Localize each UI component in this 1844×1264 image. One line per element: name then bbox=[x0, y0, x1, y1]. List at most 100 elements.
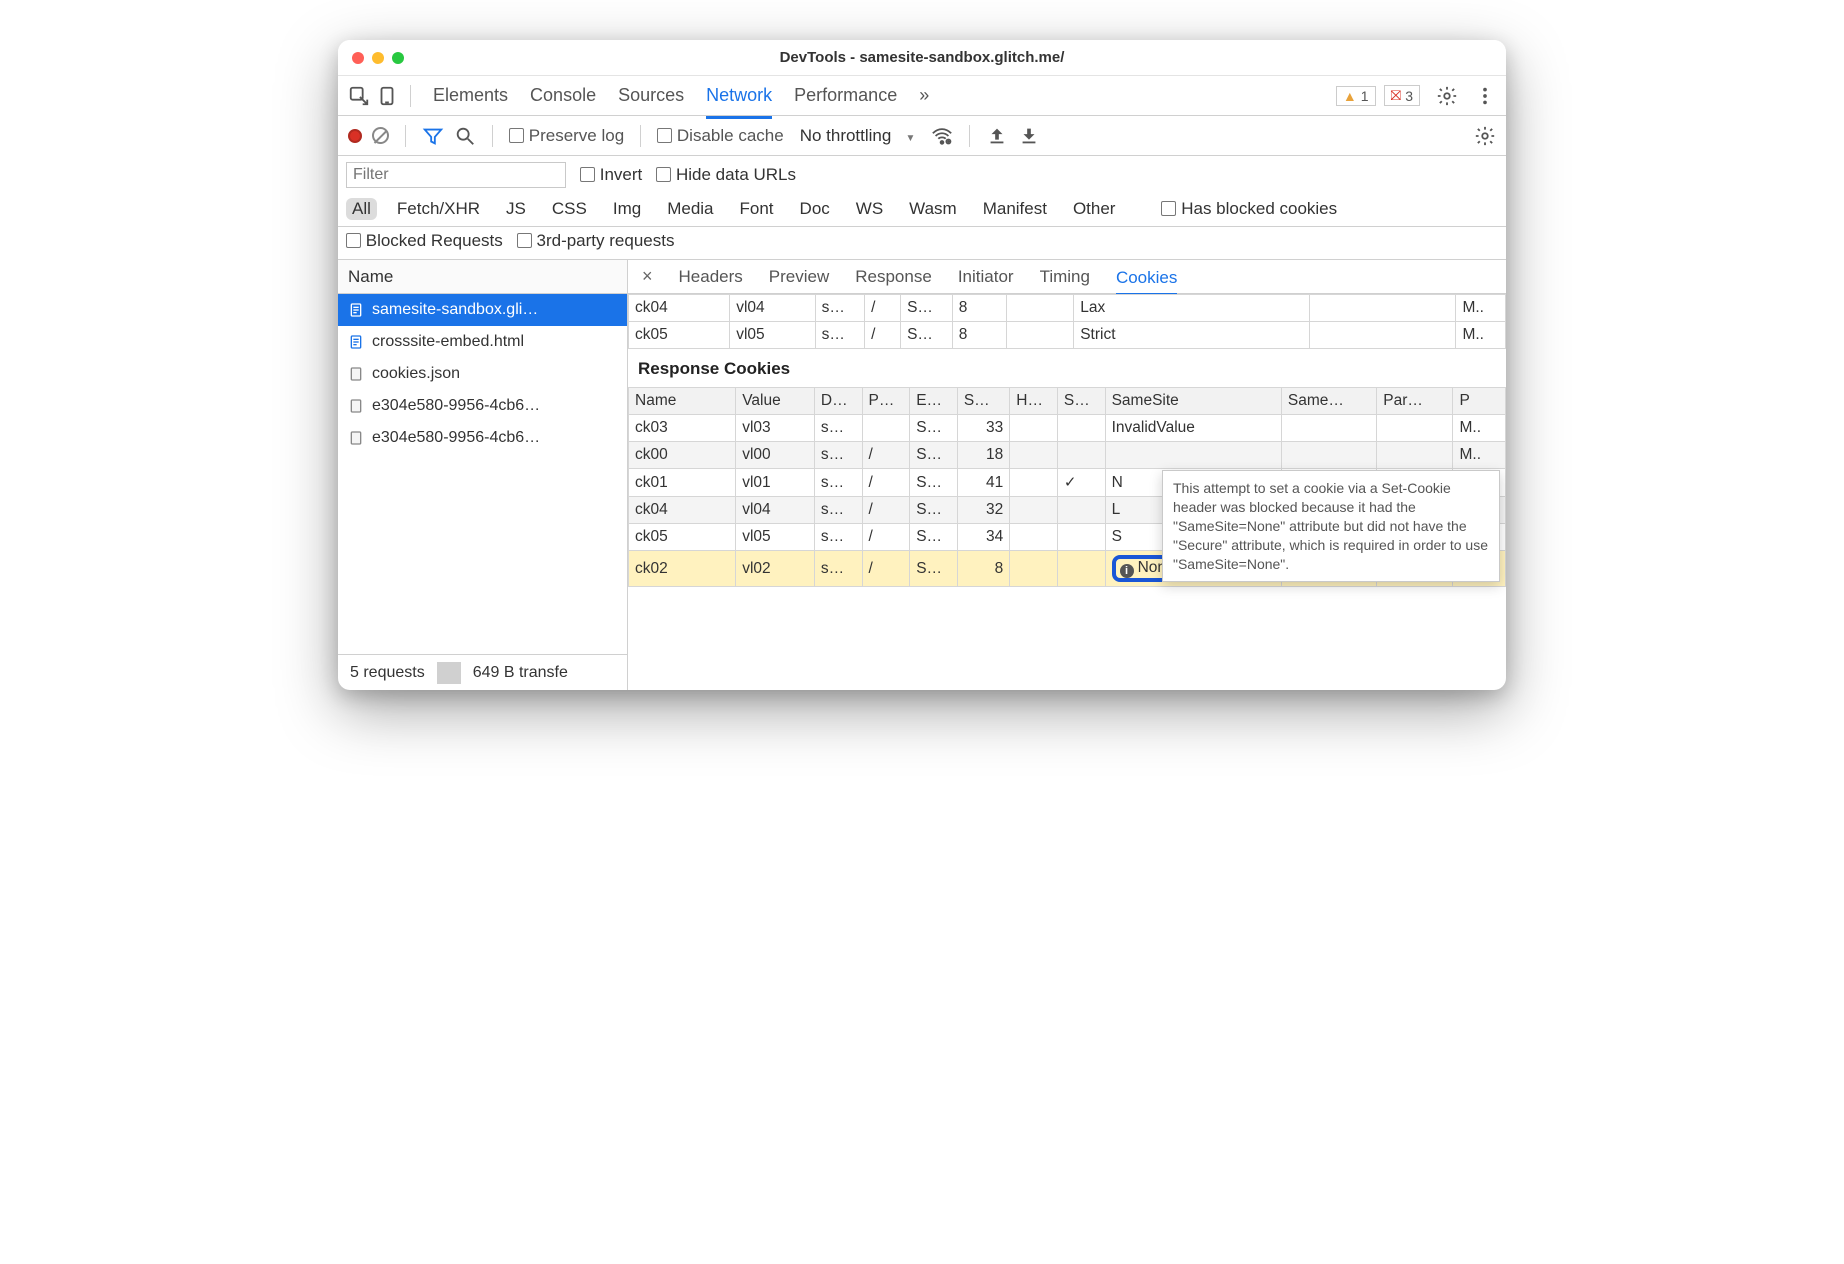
tab-sources[interactable]: Sources bbox=[618, 79, 684, 112]
cookie-blocked-tooltip: This attempt to set a cookie via a Set-C… bbox=[1162, 470, 1500, 582]
disable-cache-checkbox[interactable]: Disable cache bbox=[657, 126, 784, 146]
secure-check-icon: ✓ bbox=[1064, 474, 1077, 491]
table-row[interactable]: ck04vl04s…/S…8LaxM.. bbox=[629, 295, 1506, 322]
detail-tab-cookies[interactable]: Cookies bbox=[1116, 263, 1177, 296]
upload-icon[interactable] bbox=[986, 125, 1008, 147]
table-row[interactable]: ck05vl05s…/S…8StrictM.. bbox=[629, 322, 1506, 349]
column-header[interactable]: D… bbox=[814, 388, 862, 415]
column-header[interactable]: S… bbox=[957, 388, 1009, 415]
search-icon[interactable] bbox=[454, 125, 476, 147]
tab-elements[interactable]: Elements bbox=[433, 79, 508, 112]
response-cookies-title: Response Cookies bbox=[628, 349, 1506, 387]
request-name: samesite-sandbox.gli… bbox=[372, 301, 538, 319]
column-header[interactable]: P… bbox=[862, 388, 910, 415]
request-name: crosssite-embed.html bbox=[372, 333, 524, 351]
request-item[interactable]: cookies.json bbox=[338, 358, 627, 390]
table-row[interactable]: ck03vl03s…S…33InvalidValueM.. bbox=[629, 415, 1506, 442]
request-item[interactable]: e304e580-9956-4cb6… bbox=[338, 390, 627, 422]
main-tabs: Elements Console Sources Network Perform… bbox=[433, 79, 929, 112]
type-chip-doc[interactable]: Doc bbox=[794, 198, 836, 220]
tab-console[interactable]: Console bbox=[530, 79, 596, 112]
column-header[interactable]: Value bbox=[736, 388, 815, 415]
column-header[interactable]: S… bbox=[1057, 388, 1105, 415]
settings-gear-icon[interactable] bbox=[1436, 85, 1458, 107]
detail-tab-response[interactable]: Response bbox=[855, 262, 932, 292]
inspect-icon[interactable] bbox=[348, 85, 370, 107]
tab-performance[interactable]: Performance bbox=[794, 79, 897, 112]
detail-tab-initiator[interactable]: Initiator bbox=[958, 262, 1014, 292]
throttling-select[interactable]: No throttling ▼ bbox=[794, 126, 922, 146]
network-conditions-icon[interactable] bbox=[931, 125, 953, 147]
type-chip-js[interactable]: JS bbox=[500, 198, 532, 220]
error-count: 3 bbox=[1405, 88, 1413, 104]
column-header[interactable]: Par… bbox=[1377, 388, 1453, 415]
warning-icon: ▲ bbox=[1343, 88, 1357, 104]
request-item[interactable]: e304e580-9956-4cb6… bbox=[338, 422, 627, 454]
errors-badge[interactable]: ⛝3 bbox=[1384, 85, 1420, 106]
detail-tab-preview[interactable]: Preview bbox=[769, 262, 829, 292]
column-header[interactable]: E… bbox=[910, 388, 958, 415]
download-icon[interactable] bbox=[1018, 125, 1040, 147]
type-chip-css[interactable]: CSS bbox=[546, 198, 593, 220]
type-chip-media[interactable]: Media bbox=[661, 198, 719, 220]
device-toggle-icon[interactable] bbox=[376, 85, 398, 107]
type-chip-other[interactable]: Other bbox=[1067, 198, 1122, 220]
filter-toggle-icon[interactable] bbox=[422, 125, 444, 147]
file-icon bbox=[348, 430, 364, 446]
request-cookies-table: ck04vl04s…/S…8LaxM..ck05vl05s…/S…8Strict… bbox=[628, 294, 1506, 349]
detail-tab-headers[interactable]: Headers bbox=[679, 262, 743, 292]
type-chip-img[interactable]: Img bbox=[607, 198, 647, 220]
preserve-log-checkbox[interactable]: Preserve log bbox=[509, 126, 624, 146]
chevron-down-icon: ▼ bbox=[906, 133, 916, 144]
panel-settings-gear-icon[interactable] bbox=[1474, 125, 1496, 147]
kebab-menu-icon[interactable] bbox=[1474, 85, 1496, 107]
blocked-requests-checkbox[interactable]: Blocked Requests bbox=[346, 231, 503, 251]
title-bar: DevTools - samesite-sandbox.glitch.me/ bbox=[338, 40, 1506, 76]
invert-checkbox[interactable]: Invert bbox=[580, 165, 642, 185]
separator bbox=[492, 125, 493, 147]
record-toggle[interactable] bbox=[348, 129, 362, 143]
detail-tab-timing[interactable]: Timing bbox=[1040, 262, 1090, 292]
column-header[interactable]: SameSite bbox=[1105, 388, 1281, 415]
tabs-overflow-button[interactable]: » bbox=[919, 79, 929, 112]
column-header[interactable]: Name bbox=[629, 388, 736, 415]
warnings-badge[interactable]: ▲1 bbox=[1336, 86, 1376, 106]
detail-panel: × Headers Preview Response Initiator Tim… bbox=[628, 260, 1506, 690]
devtools-window: DevTools - samesite-sandbox.glitch.me/ E… bbox=[338, 40, 1506, 690]
window-title: DevTools - samesite-sandbox.glitch.me/ bbox=[338, 49, 1506, 66]
request-panel: Name samesite-sandbox.gli… crosssite-emb… bbox=[338, 260, 628, 690]
filter-input[interactable] bbox=[346, 162, 566, 188]
type-chip-fetch[interactable]: Fetch/XHR bbox=[391, 198, 486, 220]
network-toolbar: Preserve log Disable cache No throttling… bbox=[338, 116, 1506, 156]
blocked-row: Blocked Requests 3rd-party requests bbox=[338, 227, 1506, 260]
close-detail-button[interactable]: × bbox=[642, 266, 653, 287]
file-icon bbox=[348, 366, 364, 382]
hide-data-urls-checkbox[interactable]: Hide data URLs bbox=[656, 165, 796, 185]
separator bbox=[405, 125, 406, 147]
type-chip-all[interactable]: All bbox=[346, 198, 377, 220]
request-list-header[interactable]: Name bbox=[338, 260, 627, 294]
request-item[interactable]: samesite-sandbox.gli… bbox=[338, 294, 627, 326]
type-chip-wasm[interactable]: Wasm bbox=[903, 198, 963, 220]
main-tab-row: Elements Console Sources Network Perform… bbox=[338, 76, 1506, 116]
has-blocked-cookies-checkbox[interactable]: Has blocked cookies bbox=[1161, 199, 1337, 219]
third-party-checkbox[interactable]: 3rd-party requests bbox=[517, 231, 675, 251]
requests-count: 5 requests bbox=[338, 664, 437, 682]
type-chip-ws[interactable]: WS bbox=[850, 198, 889, 220]
table-row[interactable]: ck00vl00s…/S…18M.. bbox=[629, 442, 1506, 469]
column-header[interactable]: P bbox=[1453, 388, 1506, 415]
file-icon bbox=[348, 334, 364, 350]
request-item[interactable]: crosssite-embed.html bbox=[338, 326, 627, 358]
separator bbox=[640, 125, 641, 147]
clear-button[interactable] bbox=[372, 127, 389, 144]
transfer-size: 649 B transfe bbox=[461, 664, 580, 682]
type-chip-manifest[interactable]: Manifest bbox=[977, 198, 1053, 220]
column-header[interactable]: H… bbox=[1010, 388, 1058, 415]
type-chip-font[interactable]: Font bbox=[734, 198, 780, 220]
info-icon: i bbox=[1120, 564, 1134, 578]
error-icon: ⛝ bbox=[1391, 87, 1402, 104]
tab-network[interactable]: Network bbox=[706, 79, 772, 119]
column-header[interactable]: Same… bbox=[1281, 388, 1376, 415]
detail-tabs: × Headers Preview Response Initiator Tim… bbox=[628, 260, 1506, 294]
type-filter-row: All Fetch/XHR JS CSS Img Media Font Doc … bbox=[338, 194, 1506, 227]
